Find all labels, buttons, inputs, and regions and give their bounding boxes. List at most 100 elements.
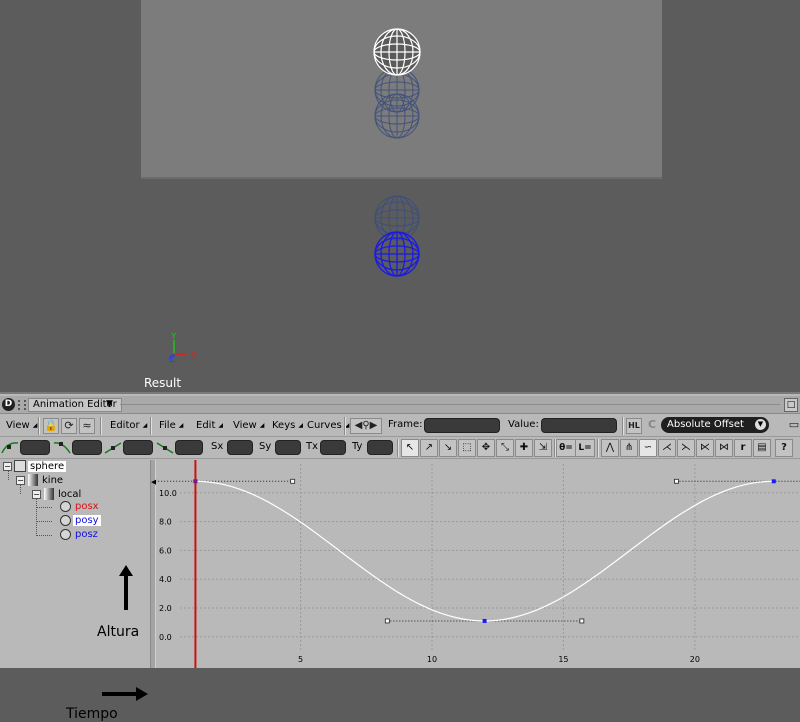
maximize-icon[interactable]: □: [784, 398, 798, 412]
select-tool-icon[interactable]: ↖: [401, 439, 419, 457]
sphere-selected: [374, 231, 420, 277]
help-icon[interactable]: ?: [775, 439, 793, 457]
ty-field[interactable]: [367, 440, 393, 455]
y-tick-label: 0.0: [159, 633, 172, 642]
select-key-icon[interactable]: ↗: [420, 439, 438, 457]
expand-kine-toggle[interactable]: −: [16, 476, 25, 485]
menu-editor[interactable]: Editor ◢: [106, 417, 151, 435]
value-label: Value:: [508, 419, 539, 430]
fcurve-graph[interactable]: 5 10 15 20 0.0 2.0 4.0 6.0 8.0 10.0: [156, 460, 800, 668]
tree-item-posx[interactable]: posx: [60, 500, 101, 514]
flatten-tangent-icon[interactable]: ⋈: [715, 439, 733, 457]
toolbar-separator: [597, 439, 599, 457]
linear-curve-icon[interactable]: ⋀: [601, 439, 619, 457]
frame-label: Frame:: [388, 419, 423, 430]
spline-curve-icon[interactable]: ∽: [639, 439, 657, 457]
arrow-up-icon: [119, 565, 133, 610]
sy-field[interactable]: [275, 440, 301, 455]
menu-view-2[interactable]: View ◢: [229, 417, 268, 435]
length-equal-button[interactable]: L=: [575, 439, 595, 457]
slope-out-field[interactable]: [72, 440, 102, 455]
x-tick-label: 10: [427, 655, 437, 664]
tangent-handle-end: [384, 618, 390, 624]
unify-tangent-icon[interactable]: ⋉: [696, 439, 714, 457]
menu-keys[interactable]: Keys ◢: [268, 417, 307, 435]
theta-equal-button[interactable]: θ=: [556, 439, 576, 457]
tangent-in-field[interactable]: [123, 440, 153, 455]
link-icon[interactable]: ≈: [79, 418, 95, 434]
notes-icon[interactable]: ▤: [753, 439, 771, 457]
y-tick-label: 4.0: [159, 575, 172, 584]
tree-item-label: posz: [75, 529, 98, 540]
annotation-altura: Altura: [97, 624, 140, 640]
tangent-out-icon[interactable]: [156, 440, 174, 455]
x-tick-label: 15: [558, 655, 568, 664]
cycle-icon[interactable]: C: [644, 418, 660, 434]
tangent-handle-end: [674, 478, 679, 484]
slope-in-field[interactable]: [20, 440, 50, 455]
y-tick-label: 10.0: [159, 489, 177, 498]
tangent-out-field[interactable]: [175, 440, 203, 455]
expand-sphere-toggle[interactable]: −: [3, 462, 12, 471]
axis-y-label: Y: [170, 332, 177, 342]
pan-icon[interactable]: ✥: [477, 439, 495, 457]
expand-local-toggle[interactable]: −: [32, 490, 41, 499]
scale-icon[interactable]: ⇲: [534, 439, 552, 457]
menu-file[interactable]: File ◢: [155, 417, 187, 435]
minimize-icon[interactable]: ▭: [788, 418, 800, 434]
tangent-handle-end: [579, 618, 585, 624]
toolbar-separator: [622, 417, 624, 435]
fcurve-icon: [60, 528, 71, 540]
menu-view[interactable]: View ◢: [2, 417, 41, 435]
tree-item-posy[interactable]: posy: [60, 514, 101, 528]
constant-curve-icon[interactable]: ⋔: [620, 439, 638, 457]
kine-node-icon: [28, 474, 38, 486]
zoom-icon[interactable]: ⤡: [496, 439, 514, 457]
drag-handle-icon[interactable]: [18, 400, 26, 410]
break-tangent-icon[interactable]: ⋋: [677, 439, 695, 457]
bezier-curve-icon[interactable]: ⋌: [658, 439, 676, 457]
animation-editor: D Animation Editor ▼ □ View ◢ 🔒 ⟳ ≈ Edito…: [0, 392, 800, 722]
keyframe: [771, 479, 776, 484]
reset-icon[interactable]: r: [734, 439, 752, 457]
key-toolbar: Sx Sy Tx Ty ↖ ↗ ↘ ⬚ ✥ ⤡ ✚ ⇲ θ= L= ⋀ ⋔ ∽ …: [0, 437, 800, 459]
viewport-label: Result: [144, 376, 182, 390]
x-tick-label: 5: [298, 655, 303, 664]
title-dropdown-icon[interactable]: ▼: [106, 399, 113, 409]
offset-mode-select[interactable]: Absolute Offset ▼: [661, 417, 769, 433]
tree-item-label: posy: [73, 515, 101, 526]
arrow-right-icon: [102, 687, 148, 701]
region-select-icon[interactable]: ⬚: [458, 439, 476, 457]
select-tangent-icon[interactable]: ↘: [439, 439, 457, 457]
tree-item-sphere[interactable]: sphere: [14, 460, 67, 474]
keyframe: [482, 618, 487, 623]
sx-field[interactable]: [227, 440, 253, 455]
tx-field[interactable]: [320, 440, 346, 455]
tree-item-posz[interactable]: posz: [60, 528, 100, 542]
tree-item-kine[interactable]: kine: [28, 474, 65, 488]
tangent-handle-end: [290, 478, 296, 484]
lock-icon[interactable]: 🔒: [43, 418, 59, 434]
navigate-keys-icon[interactable]: ◀⚲▶: [350, 418, 382, 434]
slope-in-icon[interactable]: [1, 440, 19, 455]
backdrop-plane: [141, 0, 662, 178]
frame-input[interactable]: [424, 418, 500, 433]
camera-viewport[interactable]: Y X Z Result: [0, 0, 800, 392]
sy-label: Sy: [259, 441, 272, 452]
tangent-in-icon[interactable]: [104, 440, 122, 455]
editor-titlebar[interactable]: D Animation Editor ▼ □: [0, 396, 800, 414]
y-tick-label: 2.0: [159, 604, 172, 613]
menu-edit[interactable]: Edit ◢: [192, 417, 227, 435]
slope-out-icon[interactable]: [53, 440, 71, 455]
tree-connector: [36, 507, 52, 508]
value-input[interactable]: [541, 418, 617, 433]
ty-label: Ty: [352, 441, 363, 452]
titlebar-divider: [120, 404, 780, 405]
y-tick-label: 8.0: [159, 518, 172, 527]
hle-icon[interactable]: HL: [626, 418, 642, 434]
refresh-icon[interactable]: ⟳: [61, 418, 77, 434]
move-icon[interactable]: ✚: [515, 439, 533, 457]
fcurve-icon: [60, 514, 71, 526]
tree-item-label: kine: [42, 475, 64, 486]
annotation-tiempo: Tiempo: [66, 706, 118, 722]
